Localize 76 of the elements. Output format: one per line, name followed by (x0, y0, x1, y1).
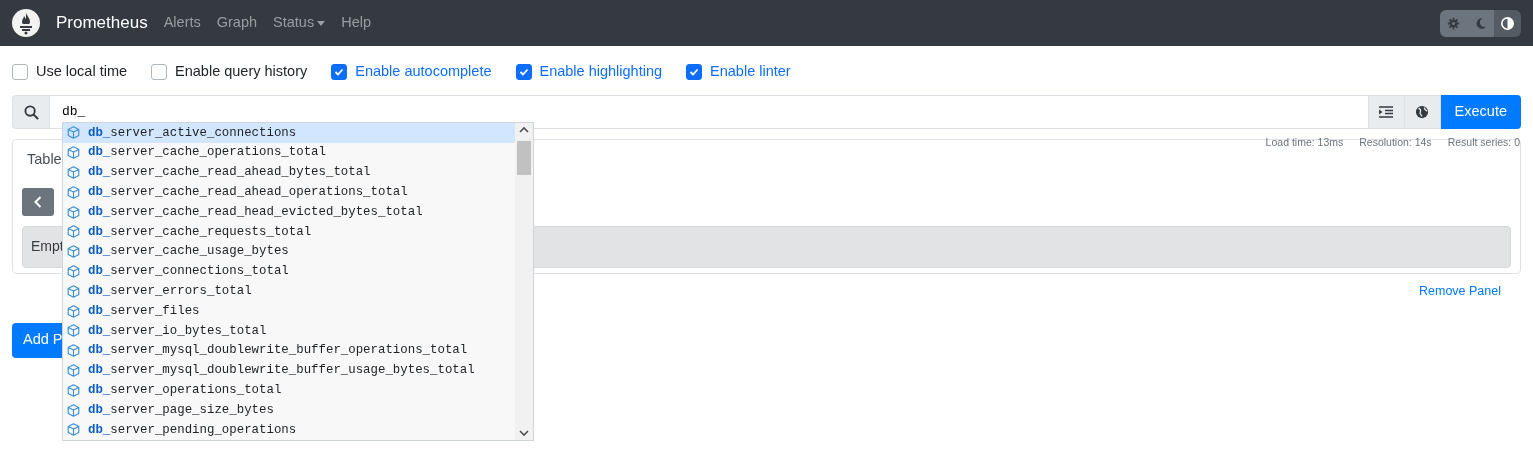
suggestion-text: db_server_cache_read_ahead_bytes_total (88, 164, 371, 182)
contrast-icon (1501, 16, 1514, 30)
gear-icon (1447, 16, 1460, 30)
checkbox-label[interactable]: Enable autocomplete (355, 60, 492, 83)
checkbox-label[interactable]: Enable linter (710, 60, 791, 83)
suggestion-item[interactable]: db_server_cache_read_ahead_operations_total (63, 182, 515, 203)
cube-icon (67, 185, 80, 199)
cube-icon (67, 403, 80, 417)
suggestion-text: db_server_pending_operations (88, 421, 297, 439)
execute-button[interactable]: Execute (1440, 95, 1521, 129)
checkbox[interactable] (515, 63, 532, 80)
suggestion-text: db_server_mysql_doublewrite_buffer_usage_bytes_total (88, 362, 475, 380)
suggestion-text: db_server_errors_total (88, 282, 252, 300)
checkbox-label[interactable]: Enable highlighting (539, 60, 663, 83)
nav-link[interactable]: Help (341, 12, 371, 34)
suggestion-text: db_server_cache_read_head_evicted_bytes_total (88, 203, 423, 221)
suggestion-item[interactable]: db_server_page_size_bytes (63, 400, 515, 420)
remove-panel-link[interactable]: Remove Panel (1419, 282, 1501, 301)
suggestion-text: db_server_files (88, 302, 200, 320)
stat-text: Load time: 13ms (1265, 135, 1344, 150)
theme-button[interactable] (1494, 9, 1521, 37)
suggestion-item[interactable]: db_server_cache_read_head_evicted_bytes_total (63, 202, 515, 222)
cube-icon (67, 423, 80, 437)
check-icon (689, 66, 700, 77)
indent-icon (1379, 106, 1394, 118)
suggestion-item[interactable]: db_server_operations_total (63, 380, 515, 401)
cube-icon (67, 284, 80, 298)
suggestion-text: db_server_operations_total (88, 381, 282, 399)
format-button[interactable] (1368, 95, 1405, 129)
search-icon (23, 104, 39, 120)
checkbox[interactable] (331, 63, 348, 80)
scroll-thumb[interactable] (517, 141, 531, 175)
checkbox[interactable] (12, 63, 28, 80)
cube-icon (67, 264, 80, 278)
chevron-left-icon (34, 195, 42, 208)
checkbox[interactable] (686, 63, 703, 80)
cube-icon (67, 344, 80, 358)
suggestion-item[interactable]: db_server_cache_requests_total (63, 222, 515, 242)
stat-text: Result series: 0 (1447, 135, 1520, 150)
check-icon (518, 66, 529, 77)
checkbox-label[interactable]: Use local time (36, 60, 128, 83)
nav-link[interactable]: Alerts (163, 12, 201, 34)
suggestion-item[interactable]: db_server_mysql_doublewrite_buffer_usage_bytes_total (63, 360, 515, 381)
check-icon (334, 66, 345, 77)
cube-icon (67, 126, 80, 140)
cube-icon (67, 324, 80, 338)
suggestion-text: db_server_page_size_bytes (88, 401, 274, 419)
checkbox-label[interactable]: Enable query history (175, 60, 308, 83)
cube-icon (67, 363, 80, 377)
suggestion-item[interactable]: db_server_active_connections (63, 123, 515, 143)
suggestion-text: db_server_cache_read_ahead_operations_total (88, 184, 408, 201)
cube-icon (67, 304, 80, 318)
scrollbar[interactable] (515, 123, 533, 440)
suggestion-item[interactable]: db_server_files (63, 301, 515, 321)
cube-icon (67, 225, 80, 239)
suggestion-text: db_server_cache_usage_bytes (88, 243, 289, 261)
cube-icon (67, 205, 80, 219)
cube-icon (67, 245, 80, 259)
brand-link[interactable]: Prometheus (56, 10, 148, 36)
suggestion-text: db_server_cache_requests_total (88, 223, 312, 241)
nav-link[interactable]: Graph (216, 12, 258, 34)
cube-icon (67, 146, 80, 160)
status-dropdown[interactable]: Status (273, 12, 326, 34)
globe-icon (1415, 105, 1430, 119)
logo-icon[interactable] (12, 9, 40, 37)
suggestion-item[interactable]: db_server_cache_usage_bytes (63, 241, 515, 262)
suggestion-item[interactable]: db_server_pending_operations (63, 419, 515, 440)
suggestion-text: db_server_cache_operations_total (88, 144, 326, 162)
previous-button[interactable] (22, 187, 54, 216)
checkbox[interactable] (151, 63, 168, 80)
cube-icon (67, 166, 80, 179)
metrics-explorer-button[interactable] (1404, 95, 1441, 129)
suggestion-item[interactable]: db_server_errors_total (63, 281, 515, 302)
moon-icon (1474, 16, 1487, 30)
stat-text: Resolution: 14s (1359, 135, 1432, 150)
cube-icon (67, 383, 80, 397)
